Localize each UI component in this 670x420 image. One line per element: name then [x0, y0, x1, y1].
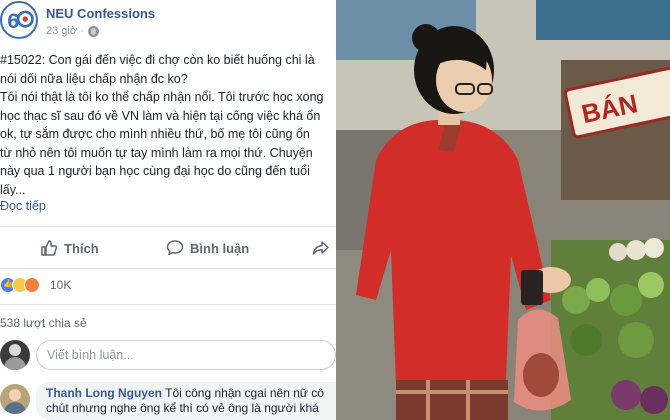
share-arrow-icon: [312, 241, 329, 255]
comment-input[interactable]: [36, 340, 336, 370]
globe-icon: [88, 26, 99, 37]
reactions-summary[interactable]: 10K: [0, 274, 336, 298]
post-timestamp[interactable]: 23 giờ ·: [46, 25, 84, 37]
share-count-link[interactable]: 538 lượt chia sẻ: [0, 316, 87, 330]
comment-text-1: Tôi công nhận cgai nên nữ cô: [165, 386, 324, 400]
post-line: từ nhỏ nên tôi muốn tự tay mình làm ra m…: [0, 145, 313, 160]
comment-text-2: chút nhưng nghe ông kể thì có vẻ ông là …: [46, 401, 319, 415]
facebook-post: 6 NEU Confessions 23 giờ · #15022: Con g…: [0, 0, 336, 420]
divider: [0, 304, 336, 305]
post-line: ok, tự sắm được cho mình nhiều thứ, bố m…: [0, 127, 310, 141]
comment-button[interactable]: Bình luận: [166, 236, 249, 260]
divider: [0, 226, 336, 227]
post-actions: Thích Bình luận: [0, 233, 336, 263]
post-body: #15022: Con gái đến việc đi chợ còn ko b…: [0, 51, 336, 196]
post-line: #15022: Con gái đến việc đi chợ còn ko b…: [0, 53, 315, 67]
thumbs-up-icon: [41, 240, 58, 256]
post-line: này qua 1 người bạn học cùng đại học do …: [0, 164, 310, 178]
post-line: lấy...: [0, 182, 26, 197]
market-photo: BÁN: [336, 0, 670, 420]
like-button[interactable]: Thích: [40, 236, 99, 260]
page-name-link[interactable]: NEU Confessions: [46, 6, 155, 21]
comment-icon: [166, 240, 184, 256]
share-button[interactable]: [312, 236, 330, 260]
see-more-link[interactable]: Đọc tiếp: [0, 199, 46, 213]
post-line: nói dối nữa liệu chấp nhận đc ko?: [0, 71, 188, 86]
comment-item: Thanh Long Nguyen Tôi công nhận cgai nên…: [0, 382, 336, 420]
commenter-avatar[interactable]: [0, 384, 30, 414]
post-line: học thạc sĩ sau đó về VN làm và hiện tại…: [0, 108, 321, 123]
commenter-name-link[interactable]: Thanh Long Nguyen: [46, 386, 162, 400]
page-avatar[interactable]: 6: [0, 1, 38, 39]
post-line: Tôi nói thật là tôi ko thể chấp nhận nổi…: [0, 90, 324, 104]
angry-reaction-icon: [24, 277, 40, 293]
post-header: 6 NEU Confessions 23 giờ ·: [0, 0, 336, 44]
comment-label: Bình luận: [190, 240, 250, 256]
like-label: Thích: [64, 240, 99, 256]
divider: [0, 268, 336, 269]
comment-bubble: Thanh Long Nguyen Tôi công nhận cgai nên…: [36, 382, 336, 420]
user-avatar: [0, 340, 30, 370]
comment-line: Thanh Long Nguyen Tôi công nhận cgai nên…: [46, 386, 336, 401]
reaction-count: 10K: [50, 278, 72, 292]
comment-composer: [0, 338, 336, 372]
